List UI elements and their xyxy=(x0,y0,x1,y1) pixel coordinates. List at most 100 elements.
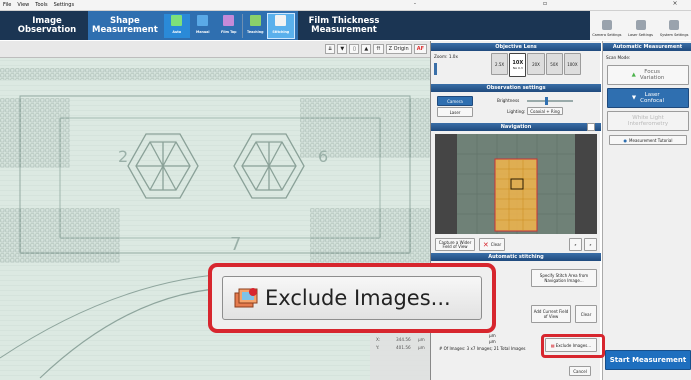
navigation-expand-icon[interactable] xyxy=(587,123,595,131)
tab-film-thickness[interactable]: Film Thickness Measurement xyxy=(300,11,388,40)
callout-exclude-label: Exclude Images... xyxy=(265,286,451,310)
z-origin-button[interactable]: Z Origin xyxy=(385,44,412,54)
specify-stitch-area-label: Specify Stitch Area from Navigation Imag… xyxy=(539,273,589,283)
brightness-label: Brightness xyxy=(497,98,520,103)
system-settings-label: System Settings xyxy=(659,33,689,37)
lighting-label: Lighting: xyxy=(507,109,526,114)
laser-settings-button[interactable]: Laser Settings xyxy=(624,11,658,40)
unit-label-2: μm xyxy=(489,339,496,344)
tool-film-top-label: Film Top xyxy=(221,29,237,34)
laser-confocal-button[interactable]: ▼ Laser Confocal xyxy=(607,88,689,108)
close-button[interactable]: × xyxy=(610,0,691,11)
svg-text:2: 2 xyxy=(118,147,128,166)
zoom-slider[interactable] xyxy=(434,63,437,75)
tab-image-observation[interactable]: Image Observation xyxy=(8,11,86,40)
capture-wider-label: Capture a Wider Field of View xyxy=(438,239,472,249)
blank-icon[interactable]: ▯ xyxy=(349,44,360,54)
navigation-map[interactable] xyxy=(435,134,597,234)
callout-exclude-button[interactable]: Exclude Images... xyxy=(222,276,482,320)
focus-variation-label: Focus Variation xyxy=(639,69,665,81)
laser-confocal-label: Laser Confocal xyxy=(640,92,665,104)
menu-settings[interactable]: Settings xyxy=(51,2,78,8)
menu-view[interactable]: View xyxy=(14,2,32,8)
mode-bar: Image Observation Shape Measurement Auto… xyxy=(0,11,691,40)
tool-film-top[interactable]: Film Top xyxy=(216,14,242,38)
tool-manual[interactable]: Manual xyxy=(190,14,216,38)
film-top-icon xyxy=(223,14,235,26)
laser-mode-button[interactable]: Laser xyxy=(437,107,473,117)
lens-50x[interactable]: 50X xyxy=(545,53,563,75)
window-controls: - ▫ × xyxy=(350,0,691,11)
autofocus-button[interactable]: AF xyxy=(413,44,427,54)
x-coord-label: X: xyxy=(376,337,381,342)
objective-header: Objective Lens xyxy=(431,43,601,51)
zoom-label: Zoom: 1.0x xyxy=(434,54,458,59)
camera-icon xyxy=(601,20,612,30)
teaching-icon xyxy=(249,14,261,26)
manual-icon xyxy=(197,14,209,26)
tab-shape-measurement[interactable]: Shape Measurement Auto Manual Film Top T… xyxy=(88,11,298,40)
brightness-handle[interactable] xyxy=(545,97,548,105)
tab-shape-label: Shape Measurement xyxy=(92,15,158,35)
minimize-button[interactable]: - xyxy=(350,0,480,11)
tool-teaching[interactable]: Teaching xyxy=(241,13,268,38)
x-coord-value: 344.56 xyxy=(396,337,411,342)
magnify-plus-icon: ⌕ xyxy=(574,242,577,247)
auto-icon xyxy=(171,14,183,26)
laser-mode-label: Laser xyxy=(449,109,461,115)
viewer-toolbar: ⇊ ▼ ▯ ▲ ⇈ Z Origin AF xyxy=(0,41,430,58)
magnify-minus-icon: ⌕ xyxy=(589,242,592,247)
move-down-icon[interactable]: ⇊ xyxy=(325,44,336,54)
menu-bar: File View Tools Settings - ▫ × xyxy=(0,0,691,11)
x-coord-unit: μm xyxy=(418,337,425,342)
specify-stitch-area-button[interactable]: Specify Stitch Area from Navigation Imag… xyxy=(531,269,597,287)
camera-settings-button[interactable]: Camera Settings xyxy=(590,11,624,40)
lens-10x-na: NA 0.3 xyxy=(512,66,523,70)
navigation-clear-button[interactable]: ✕ Clear xyxy=(479,238,505,251)
lens-100x[interactable]: 100X xyxy=(563,53,582,75)
move-up-icon[interactable]: ⇈ xyxy=(373,44,384,54)
add-current-fov-button[interactable]: Add Current Field of View xyxy=(531,305,571,323)
camera-settings-label: Camera Settings xyxy=(592,33,622,37)
capture-wider-button[interactable]: Capture a Wider Field of View xyxy=(435,238,475,251)
info-icon: ● xyxy=(623,137,628,143)
lens-2-5x-label: 2.5X xyxy=(495,61,505,67)
brightness-slider[interactable] xyxy=(527,100,573,102)
zoom-in-button[interactable]: ⌕ xyxy=(569,238,582,251)
auto-measurement-panel: Automatic Measurement Scan Mode: ▲ Focus … xyxy=(602,41,691,380)
lens-20x[interactable]: 20X xyxy=(527,53,545,75)
zoom-out-button[interactable]: ⌕ xyxy=(584,238,597,251)
image-count-label: # Of Images: 3 x7 Images; 21 Total Image… xyxy=(439,346,526,351)
menu-file[interactable]: File xyxy=(0,2,14,8)
tool-auto[interactable]: Auto xyxy=(163,13,190,38)
navigation-clear-label: Clear xyxy=(490,242,502,247)
focus-variation-button[interactable]: ▲ Focus Variation xyxy=(607,65,689,85)
y-coord-unit: μm xyxy=(418,345,425,350)
navigation-image xyxy=(435,134,597,234)
cancel-button[interactable]: Cancel xyxy=(569,366,591,376)
measurement-tutorial-button[interactable]: ● Measurement Tutorial xyxy=(609,135,687,145)
lens-100x-label: 100X xyxy=(567,61,578,67)
laser-confocal-icon: ▼ xyxy=(631,95,637,101)
lens-2-5x[interactable]: 2.5X xyxy=(491,53,509,75)
measurement-tutorial-label: Measurement Tutorial xyxy=(629,137,673,143)
triangle-down-icon[interactable]: ▼ xyxy=(337,44,348,54)
stitch-clear-button[interactable]: Clear xyxy=(575,305,597,323)
add-current-fov-label: Add Current Field of View xyxy=(533,309,569,319)
tool-stitching[interactable]: Stitching xyxy=(266,12,295,39)
camera-mode-label: Camera xyxy=(447,98,463,104)
lighting-select[interactable]: Coaxial + Ring xyxy=(527,107,563,115)
start-measurement-label: Start Measurement xyxy=(609,356,687,364)
start-measurement-button[interactable]: Start Measurement xyxy=(605,350,691,370)
tab-film-label: Film Thickness Measurement xyxy=(308,15,380,35)
system-settings-button[interactable]: System Settings xyxy=(657,11,691,40)
menu-tools[interactable]: Tools xyxy=(32,2,50,8)
laser-icon xyxy=(635,20,646,30)
triangle-up-icon[interactable]: ▲ xyxy=(361,44,372,54)
stitching-icon xyxy=(275,14,287,26)
laser-settings-label: Laser Settings xyxy=(628,33,653,37)
restore-button[interactable]: ▫ xyxy=(480,0,610,11)
camera-mode-button[interactable]: Camera xyxy=(437,96,473,106)
stitching-header: Automatic stitching xyxy=(431,253,601,261)
lens-10x[interactable]: 10X NA 0.3 xyxy=(509,53,527,77)
